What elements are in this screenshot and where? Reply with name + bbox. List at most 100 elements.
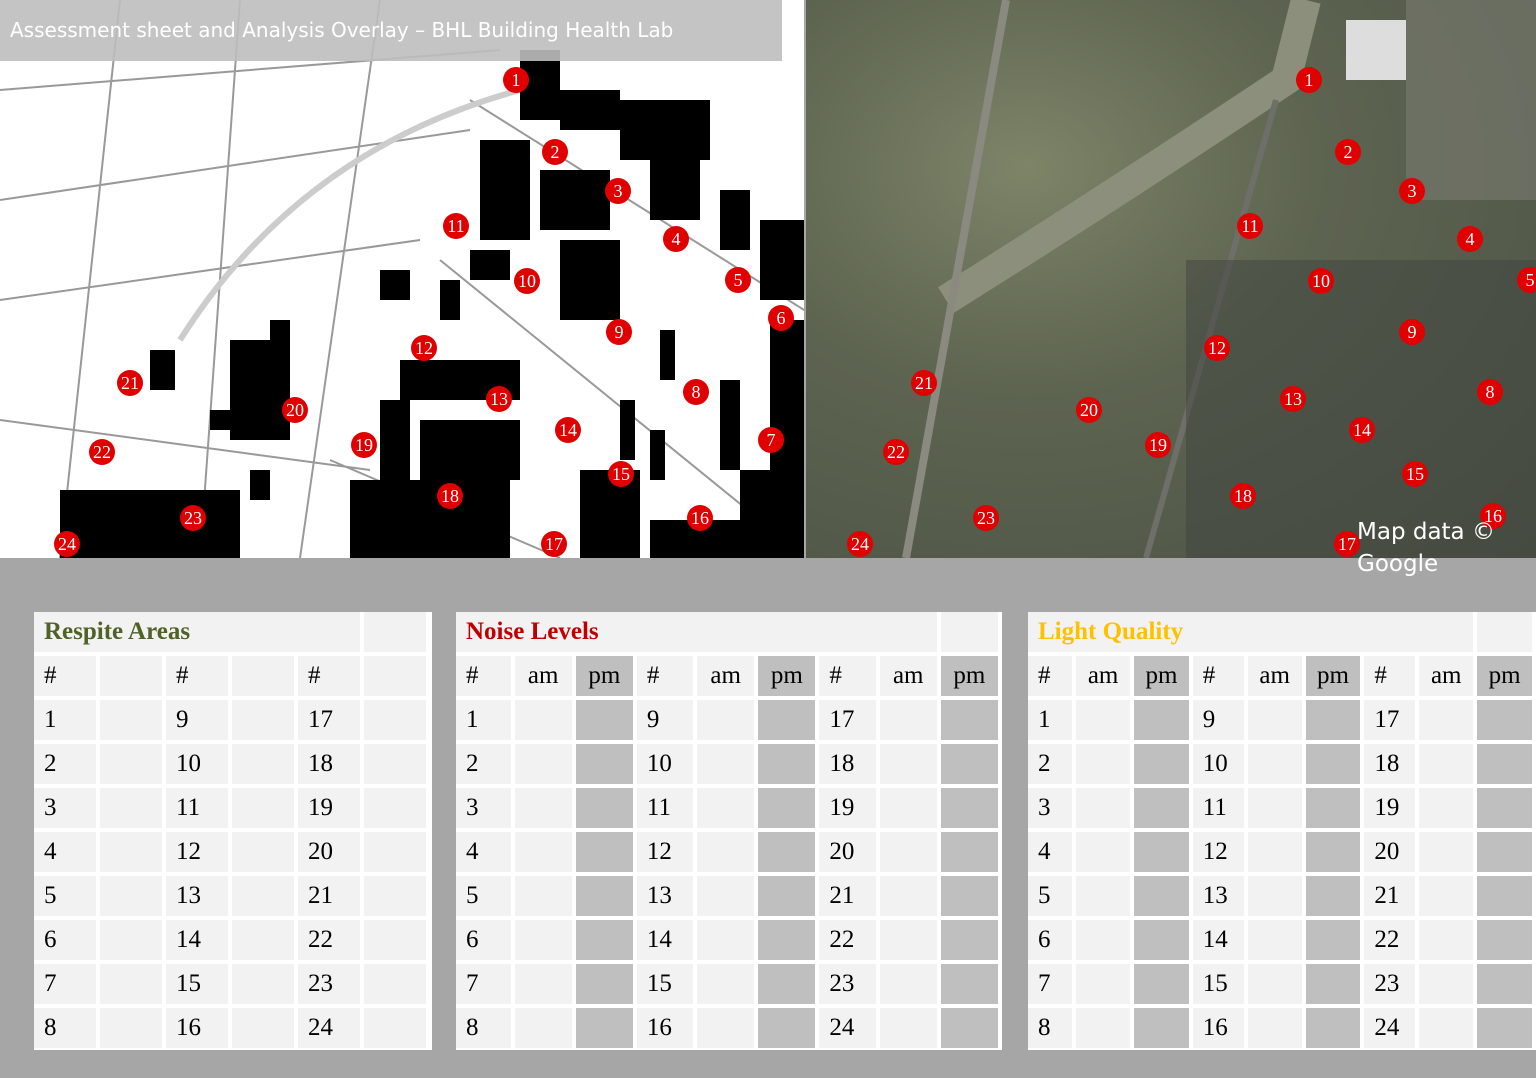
am-entry-cell[interactable] xyxy=(697,920,755,960)
am-entry-cell[interactable] xyxy=(697,700,755,740)
am-entry-cell[interactable] xyxy=(697,832,755,872)
am-entry-cell[interactable] xyxy=(514,700,572,740)
pm-entry-cell[interactable] xyxy=(1477,744,1532,784)
am-entry-cell[interactable] xyxy=(514,1008,572,1048)
pm-entry-cell[interactable] xyxy=(940,876,998,916)
site-marker-18[interactable]: 18 xyxy=(437,483,463,509)
am-entry-cell[interactable] xyxy=(1419,744,1474,784)
pm-entry-cell[interactable] xyxy=(1134,1008,1189,1048)
pm-entry-cell[interactable] xyxy=(758,964,816,1004)
am-entry-cell[interactable] xyxy=(1076,700,1131,740)
entry-cell[interactable] xyxy=(364,744,426,784)
am-entry-cell[interactable] xyxy=(1247,788,1302,828)
pm-entry-cell[interactable] xyxy=(758,788,816,828)
pm-entry-cell[interactable] xyxy=(1134,700,1189,740)
am-entry-cell[interactable] xyxy=(514,920,572,960)
site-marker-12[interactable]: 12 xyxy=(411,335,437,361)
am-entry-cell[interactable] xyxy=(1076,832,1131,872)
entry-cell[interactable] xyxy=(232,788,294,828)
site-marker-2[interactable]: 2 xyxy=(542,139,568,165)
pm-entry-cell[interactable] xyxy=(575,700,633,740)
site-marker-7[interactable]: 7 xyxy=(758,427,784,453)
site-marker-5[interactable]: 5 xyxy=(1517,267,1536,293)
satellite-map[interactable]: 1 2 3 4 5 8 9 10 11 12 13 14 15 16 17 18 19 20 21 22 23 24 xyxy=(806,0,1536,558)
am-entry-cell[interactable] xyxy=(879,832,937,872)
am-entry-cell[interactable] xyxy=(1076,876,1131,916)
pm-entry-cell[interactable] xyxy=(1134,920,1189,960)
pm-entry-cell[interactable] xyxy=(1305,788,1361,828)
pm-entry-cell[interactable] xyxy=(1305,920,1361,960)
entry-cell[interactable] xyxy=(232,744,294,784)
site-marker-2[interactable]: 2 xyxy=(1335,139,1361,165)
pm-entry-cell[interactable] xyxy=(758,876,816,916)
am-entry-cell[interactable] xyxy=(1419,1008,1474,1048)
am-entry-cell[interactable] xyxy=(1076,744,1131,784)
entry-cell[interactable] xyxy=(232,700,294,740)
entry-cell[interactable] xyxy=(100,788,162,828)
am-entry-cell[interactable] xyxy=(879,920,937,960)
pm-entry-cell[interactable] xyxy=(575,832,633,872)
am-entry-cell[interactable] xyxy=(1247,1008,1302,1048)
entry-cell[interactable] xyxy=(100,1008,162,1048)
site-marker-22[interactable]: 22 xyxy=(883,439,909,465)
entry-cell[interactable] xyxy=(100,964,162,1004)
site-marker-24[interactable]: 24 xyxy=(54,531,80,557)
am-entry-cell[interactable] xyxy=(697,788,755,828)
am-entry-cell[interactable] xyxy=(1247,832,1302,872)
pm-entry-cell[interactable] xyxy=(1477,700,1532,740)
entry-cell[interactable] xyxy=(364,832,426,872)
site-marker-3[interactable]: 3 xyxy=(1399,178,1425,204)
am-entry-cell[interactable] xyxy=(879,1008,937,1048)
entry-cell[interactable] xyxy=(100,700,162,740)
pm-entry-cell[interactable] xyxy=(758,1008,816,1048)
am-entry-cell[interactable] xyxy=(697,964,755,1004)
site-marker-3[interactable]: 3 xyxy=(605,178,631,204)
pm-entry-cell[interactable] xyxy=(1477,920,1532,960)
site-marker-4[interactable]: 4 xyxy=(1457,226,1483,252)
site-marker-14[interactable]: 14 xyxy=(555,417,581,443)
pm-entry-cell[interactable] xyxy=(1134,964,1189,1004)
am-entry-cell[interactable] xyxy=(514,964,572,1004)
pm-entry-cell[interactable] xyxy=(1477,788,1532,828)
site-marker-21[interactable]: 21 xyxy=(911,370,937,396)
site-marker-18[interactable]: 18 xyxy=(1230,483,1256,509)
site-marker-19[interactable]: 19 xyxy=(1145,432,1171,458)
pm-entry-cell[interactable] xyxy=(940,920,998,960)
entry-cell[interactable] xyxy=(100,876,162,916)
am-entry-cell[interactable] xyxy=(514,788,572,828)
entry-cell[interactable] xyxy=(232,920,294,960)
pm-entry-cell[interactable] xyxy=(1134,788,1189,828)
am-entry-cell[interactable] xyxy=(1076,1008,1131,1048)
entry-cell[interactable] xyxy=(364,700,426,740)
am-entry-cell[interactable] xyxy=(879,744,937,784)
am-entry-cell[interactable] xyxy=(1419,832,1474,872)
site-marker-12[interactable]: 12 xyxy=(1204,335,1230,361)
site-marker-1[interactable]: 1 xyxy=(1296,67,1322,93)
site-marker-9[interactable]: 9 xyxy=(606,319,632,345)
site-marker-20[interactable]: 20 xyxy=(282,397,308,423)
pm-entry-cell[interactable] xyxy=(1305,744,1361,784)
entry-cell[interactable] xyxy=(364,876,426,916)
pm-entry-cell[interactable] xyxy=(1477,876,1532,916)
pm-entry-cell[interactable] xyxy=(1134,832,1189,872)
am-entry-cell[interactable] xyxy=(1247,700,1302,740)
pm-entry-cell[interactable] xyxy=(1305,876,1361,916)
am-entry-cell[interactable] xyxy=(1419,920,1474,960)
am-entry-cell[interactable] xyxy=(1247,744,1302,784)
pm-entry-cell[interactable] xyxy=(940,788,998,828)
site-marker-17[interactable]: 17 xyxy=(541,531,567,557)
entry-cell[interactable] xyxy=(364,920,426,960)
figure-ground-map[interactable]: 1 2 3 4 5 6 7 8 9 10 11 12 13 14 15 16 17 18 19 20 21 22 23 24 xyxy=(0,0,804,558)
am-entry-cell[interactable] xyxy=(879,788,937,828)
am-entry-cell[interactable] xyxy=(1247,920,1302,960)
pm-entry-cell[interactable] xyxy=(575,964,633,1004)
site-marker-23[interactable]: 23 xyxy=(180,505,206,531)
am-entry-cell[interactable] xyxy=(514,744,572,784)
site-marker-10[interactable]: 10 xyxy=(514,268,540,294)
pm-entry-cell[interactable] xyxy=(1134,744,1189,784)
pm-entry-cell[interactable] xyxy=(1477,832,1532,872)
pm-entry-cell[interactable] xyxy=(1305,1008,1361,1048)
site-marker-9[interactable]: 9 xyxy=(1399,319,1425,345)
site-marker-20[interactable]: 20 xyxy=(1076,397,1102,423)
entry-cell[interactable] xyxy=(232,832,294,872)
